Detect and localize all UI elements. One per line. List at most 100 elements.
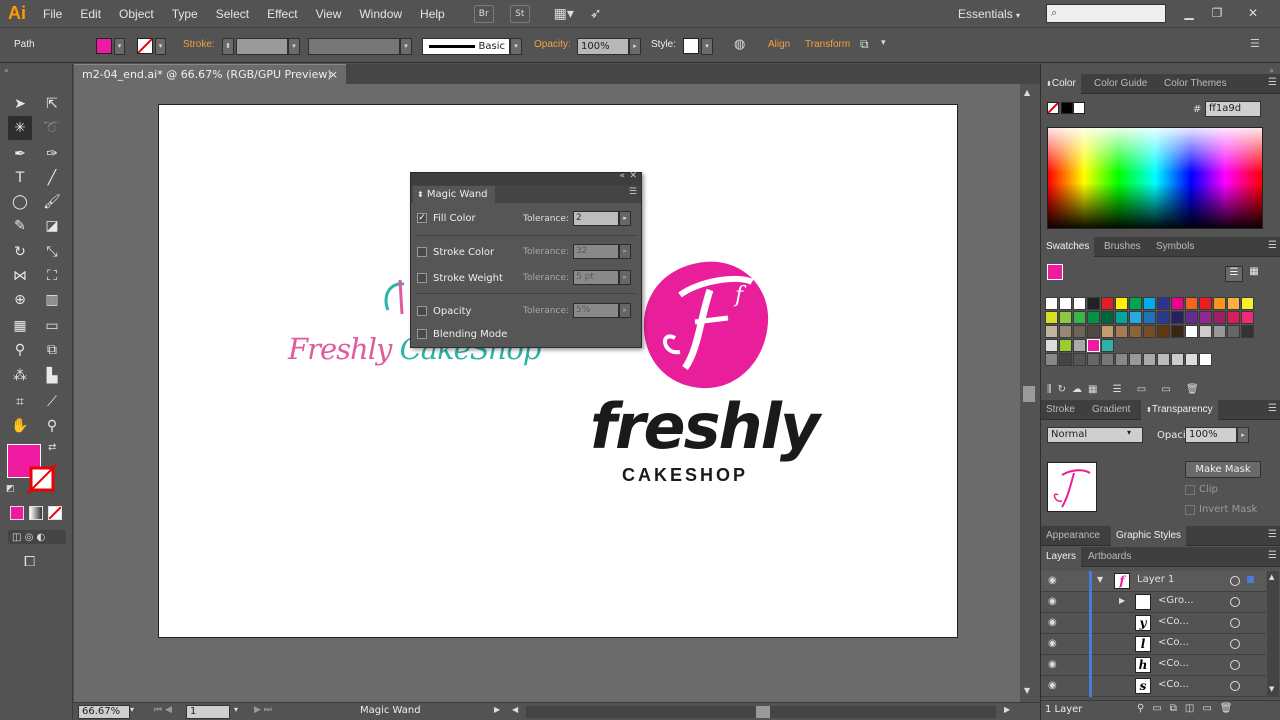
layer-name[interactable]: <Co... bbox=[1158, 679, 1189, 690]
menu-view[interactable]: View bbox=[307, 0, 351, 28]
stroke-swatch[interactable] bbox=[137, 38, 153, 54]
blend-tool-icon[interactable]: ⧉ bbox=[40, 338, 64, 362]
swatch[interactable] bbox=[1101, 311, 1114, 324]
profile-dropdown[interactable]: ▾ bbox=[400, 38, 412, 55]
menu-object[interactable]: Object bbox=[110, 0, 163, 28]
curvature-tool-icon[interactable]: ✑ bbox=[40, 142, 64, 166]
weight-tolerance-input[interactable]: 5 pt bbox=[573, 270, 619, 285]
h-scroll-thumb[interactable] bbox=[756, 706, 770, 718]
mesh-tool-icon[interactable]: ▦ bbox=[8, 314, 32, 338]
swatch[interactable] bbox=[1213, 311, 1226, 324]
none-swatch[interactable] bbox=[1047, 102, 1059, 114]
swatch[interactable] bbox=[1045, 353, 1058, 366]
swatch[interactable] bbox=[1115, 297, 1128, 310]
black-swatch[interactable] bbox=[1061, 102, 1073, 114]
lasso-tool-icon[interactable]: ➰ bbox=[40, 116, 64, 140]
blending-mode-option[interactable]: Blending Mode bbox=[417, 326, 507, 342]
gradient-mode-button[interactable] bbox=[29, 506, 43, 520]
fill-color-option[interactable]: ✓ Fill Color bbox=[417, 210, 476, 226]
scroll-up-icon[interactable]: ▲ bbox=[1024, 88, 1030, 97]
swatch[interactable] bbox=[1087, 311, 1100, 324]
layer-row[interactable]: ◉ s <Co... bbox=[1041, 676, 1266, 697]
default-fill-stroke-icon[interactable]: ◩ bbox=[6, 484, 15, 494]
swatch[interactable] bbox=[1087, 297, 1100, 310]
eye-icon[interactable]: ◉ bbox=[1048, 680, 1062, 692]
scroll-left-icon[interactable]: ◀ bbox=[512, 705, 518, 714]
tab-color-guide[interactable]: Color Guide bbox=[1089, 74, 1152, 94]
swatch[interactable] bbox=[1171, 311, 1184, 324]
selection-tool-icon[interactable]: ➤ bbox=[8, 92, 32, 116]
swatch[interactable] bbox=[1129, 297, 1142, 310]
layer-name[interactable]: Layer 1 bbox=[1137, 574, 1174, 585]
line-tool-icon[interactable]: ╱ bbox=[40, 166, 64, 190]
menu-type[interactable]: Type bbox=[163, 0, 207, 28]
target-icon[interactable] bbox=[1230, 597, 1240, 607]
layer-name[interactable]: <Co... bbox=[1158, 637, 1189, 648]
horizontal-scrollbar[interactable] bbox=[526, 706, 996, 718]
swatch[interactable] bbox=[1101, 325, 1114, 338]
swatch[interactable] bbox=[1059, 297, 1072, 310]
isolate-group-icon[interactable]: ⧉ bbox=[860, 37, 869, 52]
swatch-actions[interactable]: ⫼↻☁▦ ☰ ▭ ▭ 🗑 bbox=[1047, 384, 1205, 395]
panel-menu-icon[interactable]: ☰ bbox=[1268, 529, 1277, 540]
zoom-level-field[interactable]: 66.67% bbox=[78, 705, 130, 719]
opacity-option[interactable]: Opacity bbox=[417, 303, 471, 319]
swatch[interactable] bbox=[1101, 353, 1114, 366]
stroke-label[interactable]: Stroke: bbox=[183, 39, 215, 50]
layer-row[interactable]: ◉ h <Co... bbox=[1041, 655, 1266, 676]
layers-scrollbar[interactable]: ▲ ▼ bbox=[1267, 571, 1279, 697]
swatch[interactable] bbox=[1059, 311, 1072, 324]
magic-wand-tool-icon[interactable]: ✳ bbox=[8, 116, 32, 140]
collapse-toolbar-icon[interactable]: « bbox=[4, 66, 9, 75]
arrange-documents-icon[interactable]: ▦▾ bbox=[550, 5, 578, 23]
tab-color[interactable]: ⬍Color bbox=[1041, 74, 1081, 94]
object-thumbnail[interactable] bbox=[1047, 462, 1097, 512]
swatch[interactable] bbox=[1129, 353, 1142, 366]
tab-stroke[interactable]: Stroke bbox=[1041, 400, 1080, 420]
tab-transparency[interactable]: ⬍Transparency bbox=[1141, 400, 1218, 420]
scroll-down-icon[interactable]: ▼ bbox=[1024, 686, 1030, 695]
opacity-label[interactable]: Opacity: bbox=[534, 39, 571, 50]
swatch[interactable] bbox=[1073, 353, 1086, 366]
swap-fill-stroke-icon[interactable]: ⇄ bbox=[48, 442, 56, 453]
artboard-number-field[interactable]: 1 bbox=[186, 705, 230, 719]
restore-icon[interactable]: ❐ bbox=[1206, 4, 1228, 22]
tab-graphic-styles[interactable]: Graphic Styles bbox=[1111, 526, 1187, 546]
main-logo-subtitle[interactable]: CAKESHOP bbox=[622, 465, 748, 486]
eyedropper-tool-icon[interactable]: ⚲ bbox=[8, 338, 32, 362]
tab-symbols[interactable]: Symbols bbox=[1151, 237, 1199, 257]
swatch[interactable] bbox=[1087, 339, 1100, 352]
expand-layer-icon[interactable]: ▼ bbox=[1097, 575, 1103, 584]
list-view-icon[interactable]: ☰ bbox=[1225, 266, 1243, 282]
symbol-sprayer-tool-icon[interactable]: ⁂ bbox=[8, 364, 32, 388]
rotate-tool-icon[interactable]: ↻ bbox=[8, 240, 32, 264]
panel-menu-icon[interactable]: ☰ bbox=[1268, 77, 1277, 88]
stroke-weight-checkbox[interactable] bbox=[417, 273, 427, 283]
swatch[interactable] bbox=[1185, 311, 1198, 324]
tab-layers[interactable]: Layers bbox=[1041, 547, 1082, 567]
tab-artboards[interactable]: Artboards bbox=[1083, 547, 1136, 567]
transform-link[interactable]: Transform bbox=[805, 39, 850, 50]
menu-effect[interactable]: Effect bbox=[258, 0, 306, 28]
swatch[interactable] bbox=[1171, 297, 1184, 310]
menu-window[interactable]: Window bbox=[350, 0, 411, 28]
swatch[interactable] bbox=[1227, 311, 1240, 324]
swatch[interactable] bbox=[1143, 297, 1156, 310]
column-graph-tool-icon[interactable]: ▙ bbox=[40, 364, 64, 388]
swatch[interactable] bbox=[1073, 339, 1086, 352]
fill-tolerance-arrow[interactable]: ▸ bbox=[619, 211, 631, 226]
first-artboard-icon[interactable]: ⏮ ◀ bbox=[154, 705, 172, 715]
style-dropdown[interactable]: ▾ bbox=[701, 38, 713, 55]
swatch[interactable] bbox=[1101, 297, 1114, 310]
fill-tolerance-input[interactable]: 2 bbox=[573, 211, 619, 226]
color-spectrum[interactable] bbox=[1047, 127, 1263, 229]
target-icon[interactable] bbox=[1230, 681, 1240, 691]
scale-tool-icon[interactable]: ⤡ bbox=[40, 240, 64, 264]
swatch[interactable] bbox=[1101, 339, 1114, 352]
swatch[interactable] bbox=[1045, 339, 1058, 352]
swatch[interactable] bbox=[1115, 353, 1128, 366]
close-panel-icon[interactable]: ✕ bbox=[629, 171, 637, 181]
stroke-color-checkbox[interactable] bbox=[417, 247, 427, 257]
expand-group-icon[interactable]: ▶ bbox=[1119, 596, 1125, 605]
transparency-opacity-input[interactable]: 100% bbox=[1185, 427, 1237, 443]
